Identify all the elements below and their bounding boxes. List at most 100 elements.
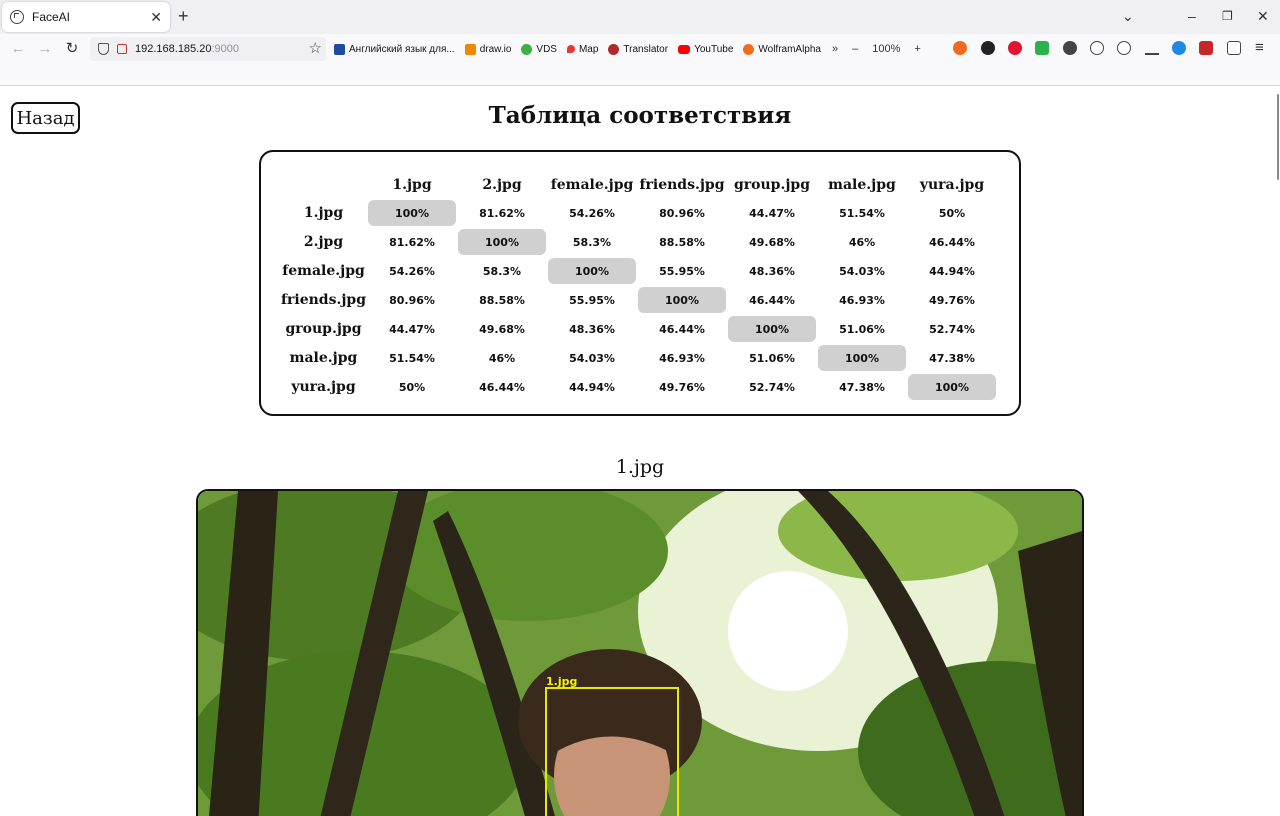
extension-red-icon[interactable] xyxy=(1199,41,1213,55)
downloads-icon[interactable] xyxy=(1145,41,1159,55)
matrix-cell: 49.76% xyxy=(659,380,705,394)
matrix-cell: 49.68% xyxy=(749,235,795,249)
bookmarks-bar: Английский язык для... draw.io VDS Map T… xyxy=(334,34,831,64)
matrix-row: female.jpg 54.26% 58.3% 100% 55.95% 48.36% 54.… xyxy=(281,258,996,284)
youtube-icon xyxy=(678,44,691,54)
matrix-cell: 46.44% xyxy=(929,235,975,249)
page-scrollbar[interactable] xyxy=(1276,86,1280,181)
matrix-cell: 46% xyxy=(488,351,516,365)
matrix-cell: 44.47% xyxy=(389,322,435,336)
matrix-cell: 50% xyxy=(938,206,966,220)
row-header: yura.jpg xyxy=(291,379,356,395)
row-header: friends.jpg xyxy=(281,292,366,308)
matrix-cell: 58.3% xyxy=(482,264,522,278)
minimize-icon[interactable]: – xyxy=(1188,8,1196,24)
matrix-cell: 55.95% xyxy=(659,264,705,278)
tab-strip: FaceAI ✕ + ⌄ – ❐ ✕ xyxy=(0,0,1280,34)
matrix-row: 2.jpg 81.62% 100% 58.3% 88.58% 49.68% 46% 46.44… xyxy=(281,229,996,255)
hamburger-menu-icon[interactable]: ≡ xyxy=(1255,40,1264,55)
zoom-controls: » – 100% + xyxy=(832,34,935,64)
bookmark-english[interactable]: Английский язык для... xyxy=(334,43,455,55)
history-icon[interactable] xyxy=(1117,41,1131,55)
matrix-row: yura.jpg 50% 46.44% 44.94% 49.76% 52.74% 47.38… xyxy=(281,374,996,400)
matrix-cell-self: 100% xyxy=(818,345,906,371)
reload-icon[interactable]: ↻ xyxy=(62,39,82,59)
matrix-row: male.jpg 51.54% 46% 54.03% 46.93% 51.06% 100% 4… xyxy=(281,345,996,371)
extensions-puzzle-icon[interactable] xyxy=(1227,41,1241,55)
browser-tab[interactable]: FaceAI ✕ xyxy=(2,2,170,32)
matrix-cell-self: 100% xyxy=(638,287,726,313)
image-caption: 1.jpg xyxy=(615,456,665,478)
tracking-shield-icon[interactable] xyxy=(98,43,109,55)
bookmark-star-icon[interactable]: ☆ xyxy=(309,39,322,57)
pocket-icon[interactable] xyxy=(1090,41,1104,55)
forward-arrow-icon[interactable]: → xyxy=(35,39,55,59)
matrix-cell-self: 100% xyxy=(728,316,816,342)
url-port: :9000 xyxy=(211,43,239,55)
close-tab-icon[interactable]: ✕ xyxy=(150,10,162,24)
column-header: group.jpg xyxy=(734,177,810,193)
zoom-out-icon[interactable]: – xyxy=(852,43,858,55)
matrix-cell: 51.54% xyxy=(839,206,885,220)
map-pin-icon xyxy=(566,45,575,53)
duckduckgo-extension-icon[interactable] xyxy=(953,41,967,55)
matrix-cell-self: 100% xyxy=(908,374,996,400)
matrix-cell: 54.03% xyxy=(569,351,615,365)
matrix-cell: 51.06% xyxy=(749,351,795,365)
matrix-cell: 88.58% xyxy=(479,293,525,307)
insecure-lock-icon[interactable] xyxy=(117,44,127,54)
matrix-corner xyxy=(281,173,366,197)
back-arrow-icon[interactable]: ← xyxy=(8,39,28,59)
matrix-cell: 81.62% xyxy=(479,206,525,220)
new-tab-icon[interactable]: + xyxy=(178,6,189,26)
url-host: 192.168.185.20 xyxy=(135,43,212,55)
zoom-in-icon[interactable]: + xyxy=(914,43,920,55)
bookmark-translator[interactable]: Translator xyxy=(608,43,668,55)
matrix-cell-self: 100% xyxy=(458,229,546,255)
bookmark-wolframalpha[interactable]: WolframAlpha xyxy=(743,43,821,55)
bookmark-drawio[interactable]: draw.io xyxy=(464,43,511,55)
address-bar[interactable]: 192.168.185.20:9000 ☆ xyxy=(90,37,326,61)
matrix-cell: 46% xyxy=(848,235,876,249)
matrix-row: group.jpg 44.47% 49.68% 48.36% 46.44% 100% 51.… xyxy=(281,316,996,342)
toolbar-spacer xyxy=(0,64,1280,85)
adblock-plus-icon[interactable] xyxy=(1008,41,1022,55)
column-header: female.jpg xyxy=(550,177,634,193)
extension-green-icon[interactable] xyxy=(1035,41,1049,55)
wolfram-icon xyxy=(743,43,755,55)
restore-icon[interactable]: ❐ xyxy=(1222,8,1233,24)
extension-s-icon[interactable] xyxy=(1063,41,1077,55)
matrix-cell: 52.74% xyxy=(929,322,975,336)
bookmark-map[interactable]: Map xyxy=(566,44,598,55)
matrix-cell: 80.96% xyxy=(389,293,435,307)
matrix-cell: 49.76% xyxy=(929,293,975,307)
translator-icon xyxy=(608,43,620,55)
matrix-cell: 52.74% xyxy=(749,380,795,394)
page-title: Таблица соответствия xyxy=(488,102,792,129)
tab-title: FaceAI xyxy=(32,10,71,24)
matrix-cell: 44.94% xyxy=(929,264,975,278)
column-header: male.jpg xyxy=(828,177,896,193)
zoom-level[interactable]: 100% xyxy=(872,43,900,55)
bookmark-vds[interactable]: VDS xyxy=(521,43,557,55)
matrix-cell: 44.47% xyxy=(749,206,795,220)
matrix-cell: 46.93% xyxy=(839,293,885,307)
column-header: yura.jpg xyxy=(919,177,985,193)
matrix-header-row: 1.jpg 2.jpg female.jpg friends.jpg group… xyxy=(281,173,996,197)
more-bookmarks-icon[interactable]: » xyxy=(832,43,838,55)
window-close-icon[interactable]: ✕ xyxy=(1257,8,1269,24)
matrix-cell: 80.96% xyxy=(659,206,705,220)
extension-r-icon[interactable] xyxy=(1172,41,1186,55)
matrix-cell: 46.44% xyxy=(479,380,525,394)
column-header: 2.jpg xyxy=(482,177,522,193)
matrix-cell: 46.44% xyxy=(749,293,795,307)
extension-icon[interactable] xyxy=(981,41,995,55)
matrix-cell: 88.58% xyxy=(659,235,705,249)
chrome-divider xyxy=(0,85,1280,86)
row-header: 1.jpg xyxy=(303,205,344,221)
matrix-cell: 50% xyxy=(398,380,426,394)
bookmark-youtube[interactable]: YouTube xyxy=(678,44,733,55)
matrix-cell: 47.38% xyxy=(839,380,885,394)
similarity-matrix-card: 1.jpg 2.jpg female.jpg friends.jpg group… xyxy=(259,150,1021,416)
list-tabs-icon[interactable]: ⌄ xyxy=(1122,8,1134,24)
